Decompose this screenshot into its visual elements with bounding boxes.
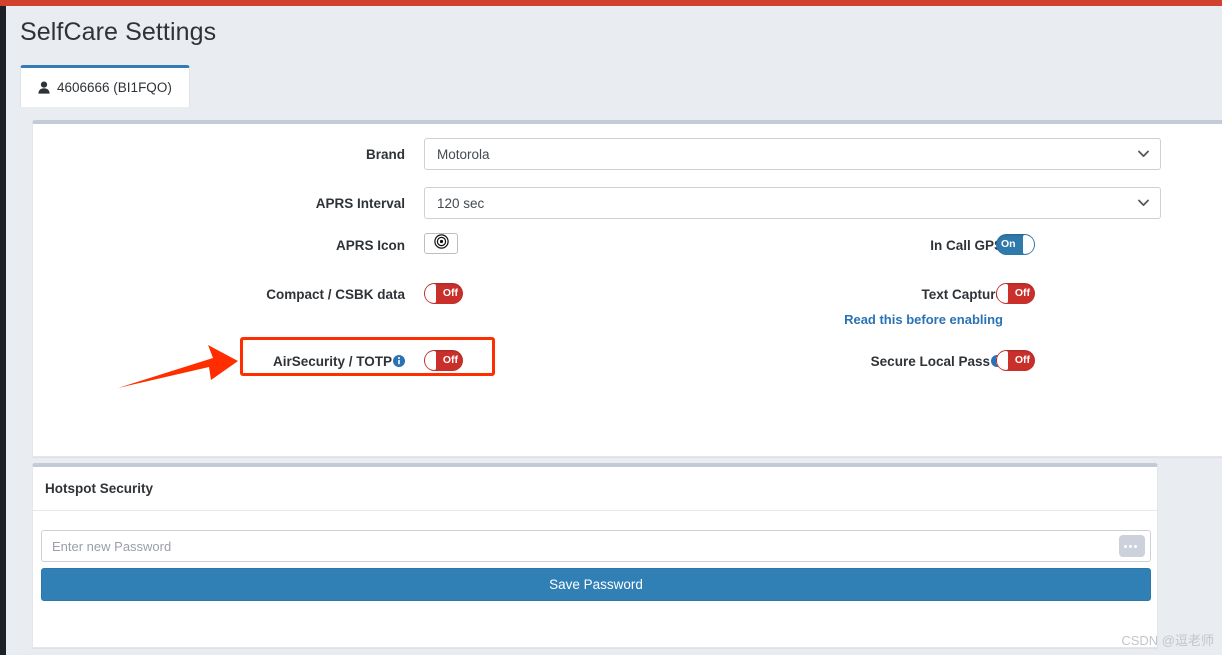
watermark: CSDN @逗老师 bbox=[1121, 633, 1214, 648]
screen: SelfCare Settings 4606666 (BI1FQO) Brand… bbox=[0, 0, 1222, 655]
compact-csbk-toggle[interactable]: Off bbox=[424, 283, 463, 304]
secure-local-pass-label: Secure Local Pass bbox=[633, 354, 1003, 369]
air-security-label-text: AirSecurity / TOTP bbox=[272, 354, 392, 369]
air-security-label: AirSecurity / TOTP bbox=[33, 354, 405, 369]
brand-select-value: Motorola bbox=[437, 146, 490, 162]
new-password-input[interactable] bbox=[42, 531, 1119, 561]
secure-local-pass-toggle-state: Off bbox=[1014, 354, 1030, 367]
compact-csbk-toggle-state: Off bbox=[442, 287, 458, 300]
tab-label: 4606666 (BI1FQO) bbox=[57, 80, 172, 95]
toggle-knob bbox=[425, 351, 436, 370]
in-call-gps-toggle[interactable]: On bbox=[996, 234, 1035, 255]
air-security-toggle-state: Off bbox=[442, 354, 458, 367]
hotspot-security-card: Hotspot Security Save Password bbox=[32, 463, 1158, 648]
secure-local-pass-label-text: Secure Local Pass bbox=[870, 354, 990, 369]
password-field-group bbox=[41, 530, 1151, 562]
toggle-knob bbox=[997, 284, 1008, 303]
air-security-toggle[interactable]: Off bbox=[424, 350, 463, 371]
password-dots-icon bbox=[1124, 544, 1137, 548]
password-reveal-button[interactable] bbox=[1119, 535, 1145, 557]
text-capture-toggle-state: Off bbox=[1014, 287, 1030, 300]
chevron-down-icon bbox=[1138, 199, 1149, 207]
in-call-gps-toggle-state: On bbox=[1001, 238, 1016, 251]
tab-bar: 4606666 (BI1FQO) bbox=[20, 65, 1216, 107]
toggle-knob bbox=[1023, 235, 1034, 254]
person-icon bbox=[38, 81, 50, 94]
toggle-knob bbox=[425, 284, 436, 303]
text-capture-toggle[interactable]: Off bbox=[996, 283, 1035, 304]
aprs-interval-label: APRS Interval bbox=[315, 196, 405, 211]
compact-csbk-label: Compact / CSBK data bbox=[266, 287, 405, 302]
text-capture-label: Text Capture bbox=[921, 287, 1003, 302]
chevron-down-icon bbox=[1138, 150, 1149, 158]
page-body: SelfCare Settings 4606666 (BI1FQO) Brand… bbox=[6, 6, 1222, 655]
page-title: SelfCare Settings bbox=[20, 18, 217, 46]
in-call-gps-label: In Call GPS bbox=[930, 238, 1003, 253]
toggle-knob bbox=[997, 351, 1008, 370]
aprs-icon-picker-button[interactable] bbox=[424, 233, 458, 254]
aprs-target-icon bbox=[433, 233, 449, 254]
settings-card: Brand Motorola APRS Interval 120 sec APR… bbox=[32, 120, 1222, 457]
aprs-interval-select[interactable]: 120 sec bbox=[424, 187, 1161, 219]
brand-label: Brand bbox=[365, 147, 405, 162]
aprs-interval-select-value: 120 sec bbox=[437, 195, 485, 211]
save-password-button[interactable]: Save Password bbox=[41, 568, 1151, 601]
aprs-icon-label: APRS Icon bbox=[335, 238, 405, 253]
hotspot-card-header: Hotspot Security bbox=[33, 467, 1157, 511]
info-icon[interactable] bbox=[393, 355, 405, 367]
tab-subscriber[interactable]: 4606666 (BI1FQO) bbox=[20, 65, 190, 107]
text-capture-help-link[interactable]: Read this before enabling bbox=[785, 312, 1003, 327]
brand-select[interactable]: Motorola bbox=[424, 138, 1161, 170]
secure-local-pass-toggle[interactable]: Off bbox=[996, 350, 1035, 371]
